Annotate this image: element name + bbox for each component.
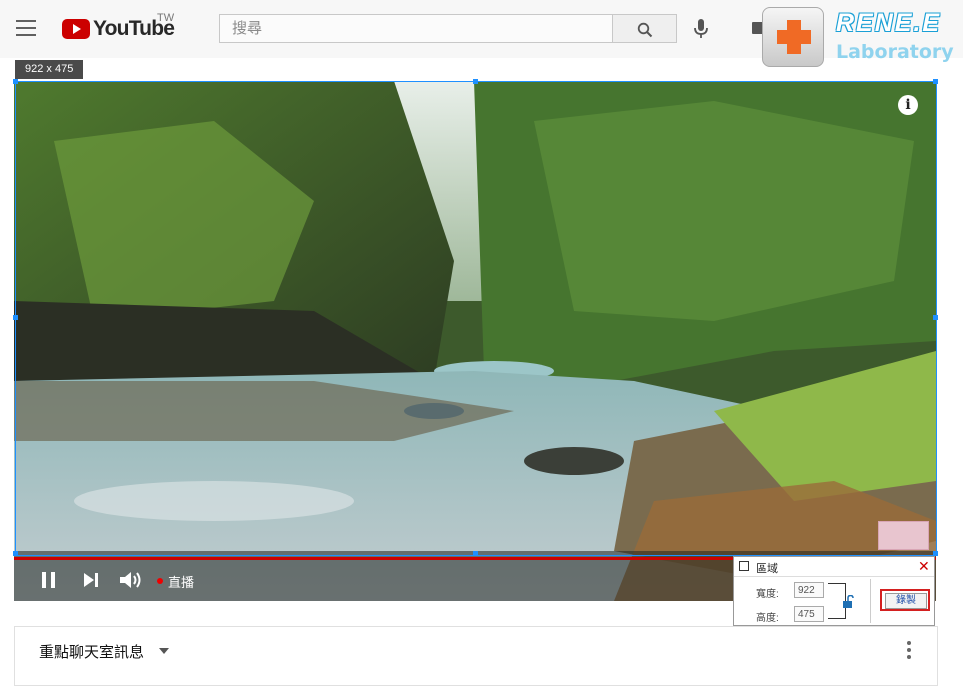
region-code: TW xyxy=(157,12,175,24)
search-box[interactable] xyxy=(219,14,624,43)
live-label[interactable]: 直播 xyxy=(168,572,194,591)
height-label: 高度: xyxy=(756,613,779,624)
resize-handle-top[interactable] xyxy=(473,79,478,84)
selection-size-label: 922 x 475 xyxy=(15,60,84,79)
next-icon[interactable] xyxy=(82,570,100,590)
record-button-highlight: 錄製 xyxy=(880,589,930,611)
resize-handle-left[interactable] xyxy=(13,315,18,320)
resize-handle-bottom-left[interactable] xyxy=(13,551,18,556)
resize-handle-right[interactable] xyxy=(933,315,938,320)
width-label: 寬度: xyxy=(756,589,779,600)
channel-watermark-thumbnail[interactable] xyxy=(878,521,929,550)
close-icon[interactable]: ✕ xyxy=(918,558,930,575)
resize-handle-top-right[interactable] xyxy=(933,79,938,84)
rene-e-watermark: RENE.E Laboratory xyxy=(762,7,954,69)
top-chat-dropdown[interactable]: 重點聊天室訊息 xyxy=(39,641,144,662)
volume-icon[interactable] xyxy=(119,570,143,590)
resize-handle-bottom[interactable] xyxy=(473,551,478,556)
height-field[interactable] xyxy=(794,606,824,622)
record-button[interactable]: 錄製 xyxy=(885,593,927,609)
search-button[interactable] xyxy=(613,14,677,43)
search-input[interactable] xyxy=(220,15,624,42)
pause-icon[interactable] xyxy=(40,570,58,590)
video-frame-river-scene xyxy=(14,81,936,601)
region-dialog-titlebar[interactable]: 區域 ✕ xyxy=(734,557,934,577)
watermark-subtitle: Laboratory xyxy=(836,41,954,63)
video-player[interactable] xyxy=(14,81,936,601)
menu-icon[interactable] xyxy=(16,20,36,36)
width-field[interactable] xyxy=(794,582,824,598)
live-indicator-dot xyxy=(157,578,163,584)
resize-handle-top-left[interactable] xyxy=(13,79,18,84)
top-chat-bar: 重點聊天室訊息 xyxy=(14,626,938,686)
region-dialog: 區域 ✕ 寬度: 高度: 錄製 xyxy=(733,556,935,626)
region-dialog-title: 區域 xyxy=(756,563,778,575)
chevron-down-icon[interactable] xyxy=(159,648,169,654)
microphone-icon[interactable] xyxy=(693,18,709,40)
info-icon[interactable]: i xyxy=(898,95,918,115)
watermark-title: RENE.E xyxy=(836,9,942,37)
aspect-lock-icon[interactable] xyxy=(842,595,855,608)
search-icon xyxy=(637,22,653,38)
more-options-icon[interactable] xyxy=(907,641,911,662)
region-select-icon xyxy=(739,561,749,571)
youtube-play-icon xyxy=(62,19,90,39)
rene-e-logo-icon xyxy=(762,7,824,67)
dialog-separator xyxy=(870,579,871,623)
